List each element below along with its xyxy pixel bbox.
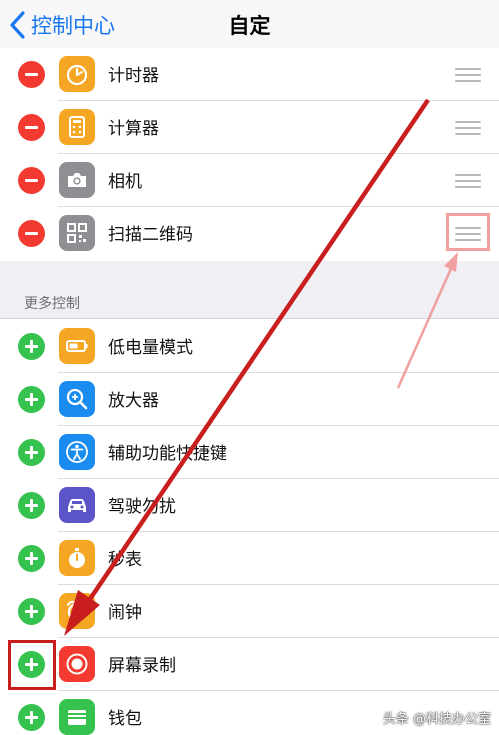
stopwatch-icon xyxy=(59,540,95,576)
add-button[interactable] xyxy=(18,704,45,731)
add-button[interactable] xyxy=(18,333,45,360)
included-row-calculator: 计算器 xyxy=(0,101,499,154)
included-row-timer: 计时器 xyxy=(0,48,499,101)
reorder-handle[interactable] xyxy=(455,174,481,188)
more-row-driving: 驾驶勿扰 xyxy=(0,479,499,532)
section-more-controls: 更多控制 xyxy=(0,261,499,319)
control-label: 低电量模式 xyxy=(108,338,193,358)
included-row-qr: 扫描二维码 xyxy=(0,207,499,260)
control-label: 相机 xyxy=(108,172,142,192)
qr-code-icon xyxy=(59,215,95,251)
included-row-camera: 相机 xyxy=(0,154,499,207)
more-row-accessibility: 辅助功能快捷键 xyxy=(0,426,499,479)
page-title: 自定 xyxy=(228,14,271,38)
section-header: 更多控制 xyxy=(24,296,80,312)
reorder-handle[interactable] xyxy=(455,68,481,82)
more-row-alarm: 闹钟 xyxy=(0,585,499,638)
screen-record-icon xyxy=(59,646,95,682)
control-label: 放大器 xyxy=(108,391,159,411)
nav-bar: 控制中心 自定 xyxy=(0,0,499,52)
control-label: 屏幕录制 xyxy=(108,656,176,676)
accessibility-icon xyxy=(59,434,95,470)
car-icon xyxy=(59,487,95,523)
control-label: 计时器 xyxy=(108,66,159,86)
more-row-screen-record: 屏幕录制 xyxy=(0,638,499,691)
add-button[interactable] xyxy=(18,545,45,572)
control-label: 钱包 xyxy=(108,709,142,729)
more-row-stopwatch: 秒表 xyxy=(0,532,499,585)
control-label: 扫描二维码 xyxy=(108,225,193,245)
reorder-handle[interactable] xyxy=(455,121,481,135)
add-button[interactable] xyxy=(18,439,45,466)
camera-icon xyxy=(59,162,95,198)
watermark: 头条 @科技办公室 xyxy=(382,712,491,727)
timer-icon xyxy=(59,56,95,92)
control-label: 闹钟 xyxy=(108,603,142,623)
remove-button[interactable] xyxy=(18,167,45,194)
calculator-icon xyxy=(59,109,95,145)
add-button[interactable] xyxy=(18,492,45,519)
add-button[interactable] xyxy=(18,598,45,625)
add-button[interactable] xyxy=(18,386,45,413)
reorder-handle[interactable] xyxy=(455,227,481,241)
control-label: 驾驶勿扰 xyxy=(108,497,176,517)
remove-button[interactable] xyxy=(18,114,45,141)
remove-button[interactable] xyxy=(18,220,45,247)
control-label: 秒表 xyxy=(108,550,142,570)
wallet-icon xyxy=(59,699,95,735)
battery-icon xyxy=(59,328,95,364)
control-label: 辅助功能快捷键 xyxy=(108,444,227,464)
alarm-icon xyxy=(59,593,95,629)
control-label: 计算器 xyxy=(108,119,159,139)
more-row-low-power: 低电量模式 xyxy=(0,320,499,373)
remove-button[interactable] xyxy=(18,61,45,88)
more-row-magnifier: 放大器 xyxy=(0,373,499,426)
magnifier-icon xyxy=(59,381,95,417)
add-button[interactable] xyxy=(18,651,45,678)
